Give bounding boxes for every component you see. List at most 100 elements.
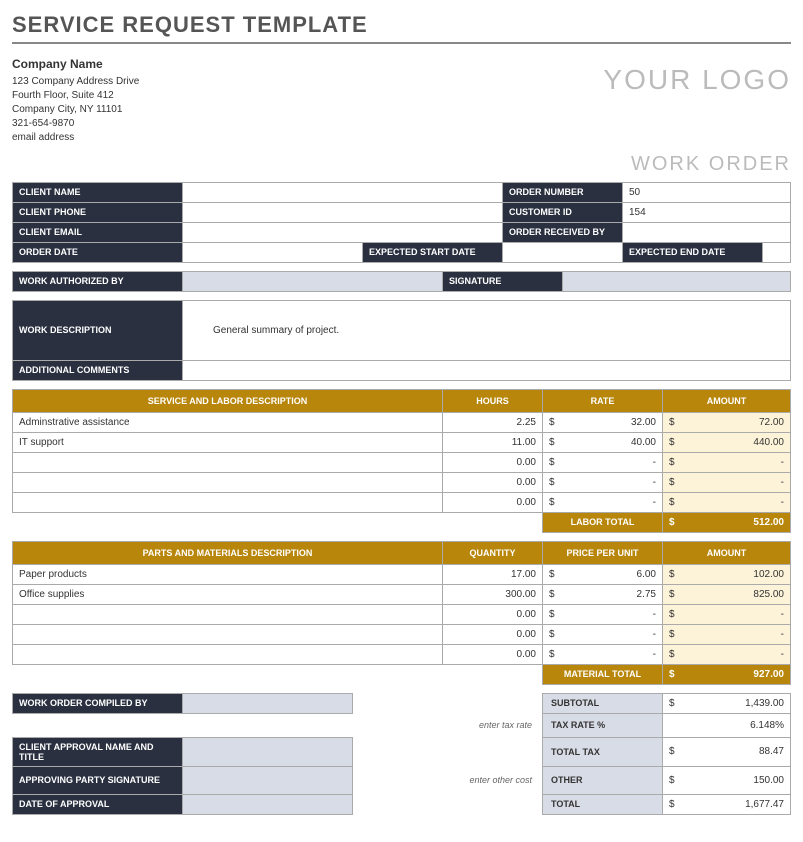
work-description-label: WORK DESCRIPTION [13, 300, 183, 360]
other-label: OTHER [543, 766, 663, 794]
work-description-value[interactable]: General summary of project. [183, 300, 791, 360]
service-rate[interactable]: $- [543, 472, 663, 492]
client-email-value[interactable] [183, 222, 503, 242]
service-labor-table: SERVICE AND LABOR DESCRIPTION HOURS RATE… [12, 389, 791, 533]
table-row: Office supplies 300.00 $2.75 $825.00 [13, 584, 791, 604]
client-phone-label: CLIENT PHONE [13, 202, 183, 222]
company-email: email address [12, 131, 139, 145]
compiled-by-label: WORK ORDER COMPILED BY [13, 693, 183, 713]
table-row: Adminstrative assistance 2.25 $32.00 $72… [13, 412, 791, 432]
logo-placeholder: YOUR LOGO [603, 56, 791, 145]
parts-desc[interactable] [13, 644, 443, 664]
client-approval-value[interactable] [183, 737, 353, 766]
material-total-label: MATERIAL TOTAL [543, 664, 663, 684]
parts-qty[interactable]: 300.00 [443, 584, 543, 604]
table-row: 0.00 $- $- [13, 604, 791, 624]
client-info-table: CLIENT NAME ORDER NUMBER 50 CLIENT PHONE… [12, 182, 791, 263]
service-rate[interactable]: $32.00 [543, 412, 663, 432]
date-of-approval-label: DATE OF APPROVAL [13, 794, 183, 814]
parts-amount: $- [663, 604, 791, 624]
parts-qty-header: QUANTITY [443, 541, 543, 564]
service-hours[interactable]: 0.00 [443, 452, 543, 472]
expected-start-label: EXPECTED START DATE [363, 242, 503, 262]
expected-end-label: EXPECTED END DATE [623, 242, 763, 262]
other-value[interactable]: $150.00 [663, 766, 791, 794]
company-addr1: 123 Company Address Drive [12, 75, 139, 89]
approving-party-sig-value[interactable] [183, 766, 353, 794]
company-addr2: Fourth Floor, Suite 412 [12, 89, 139, 103]
service-desc[interactable] [13, 452, 443, 472]
tax-rate-value[interactable]: 6.148% [663, 713, 791, 737]
customer-id-label: CUSTOMER ID [503, 202, 623, 222]
expected-end-value[interactable] [763, 242, 791, 262]
additional-comments-label: ADDITIONAL COMMENTS [13, 360, 183, 380]
labor-total-label: LABOR TOTAL [543, 512, 663, 532]
service-desc[interactable] [13, 472, 443, 492]
compiled-by-value[interactable] [183, 693, 353, 713]
client-approval-label: CLIENT APPROVAL NAME AND TITLE [13, 737, 183, 766]
service-rate[interactable]: $40.00 [543, 432, 663, 452]
parts-amount: $- [663, 624, 791, 644]
service-hours[interactable]: 2.25 [443, 412, 543, 432]
table-row: IT support 11.00 $40.00 $440.00 [13, 432, 791, 452]
service-rate[interactable]: $- [543, 452, 663, 472]
signature-label: SIGNATURE [443, 271, 563, 291]
work-authorized-by-value[interactable] [183, 271, 443, 291]
parts-qty[interactable]: 0.00 [443, 604, 543, 624]
order-date-value[interactable] [183, 242, 363, 262]
table-row: 0.00 $- $- [13, 452, 791, 472]
service-amount: $72.00 [663, 412, 791, 432]
parts-desc-header: PARTS AND MATERIALS DESCRIPTION [13, 541, 443, 564]
service-desc[interactable]: IT support [13, 432, 443, 452]
order-number-value[interactable]: 50 [623, 182, 791, 202]
subtotal-value: $1,439.00 [663, 693, 791, 713]
parts-desc[interactable] [13, 604, 443, 624]
order-number-label: ORDER NUMBER [503, 182, 623, 202]
company-name: Company Name [12, 56, 139, 73]
description-table: WORK DESCRIPTION General summary of proj… [12, 300, 791, 381]
additional-comments-value[interactable] [183, 360, 791, 380]
client-name-value[interactable] [183, 182, 503, 202]
parts-desc[interactable]: Paper products [13, 564, 443, 584]
client-name-label: CLIENT NAME [13, 182, 183, 202]
parts-price[interactable]: $- [543, 604, 663, 624]
table-row: 0.00 $- $- [13, 492, 791, 512]
labor-total-value: $512.00 [663, 512, 791, 532]
service-desc[interactable]: Adminstrative assistance [13, 412, 443, 432]
customer-id-value[interactable]: 154 [623, 202, 791, 222]
order-received-by-label: ORDER RECEIVED BY [503, 222, 623, 242]
service-rate[interactable]: $- [543, 492, 663, 512]
parts-materials-table: PARTS AND MATERIALS DESCRIPTION QUANTITY… [12, 541, 791, 685]
date-of-approval-value[interactable] [183, 794, 353, 814]
parts-price[interactable]: $- [543, 644, 663, 664]
service-amount: $- [663, 472, 791, 492]
parts-qty[interactable]: 0.00 [443, 624, 543, 644]
material-total-value: $927.00 [663, 664, 791, 684]
service-desc[interactable] [13, 492, 443, 512]
expected-start-value[interactable] [503, 242, 623, 262]
service-amount: $- [663, 452, 791, 472]
client-phone-value[interactable] [183, 202, 503, 222]
parts-amount: $825.00 [663, 584, 791, 604]
parts-price[interactable]: $6.00 [543, 564, 663, 584]
work-order-label: WORK ORDER [12, 153, 791, 176]
service-hours-header: HOURS [443, 389, 543, 412]
total-tax-label: TOTAL TAX [543, 737, 663, 766]
parts-qty[interactable]: 0.00 [443, 644, 543, 664]
enter-other-cost-note: enter other cost [353, 766, 543, 794]
parts-desc[interactable] [13, 624, 443, 644]
approving-party-sig-label: APPROVING PARTY SIGNATURE [13, 766, 183, 794]
bottom-section: WORK ORDER COMPILED BY SUBTOTAL $1,439.0… [12, 693, 791, 815]
service-amount: $- [663, 492, 791, 512]
parts-price[interactable]: $2.75 [543, 584, 663, 604]
order-received-by-value[interactable] [623, 222, 791, 242]
table-row: Paper products 17.00 $6.00 $102.00 [13, 564, 791, 584]
service-hours[interactable]: 0.00 [443, 492, 543, 512]
signature-value[interactable] [563, 271, 791, 291]
table-row: 0.00 $- $- [13, 644, 791, 664]
service-hours[interactable]: 0.00 [443, 472, 543, 492]
service-hours[interactable]: 11.00 [443, 432, 543, 452]
parts-desc[interactable]: Office supplies [13, 584, 443, 604]
parts-price[interactable]: $- [543, 624, 663, 644]
parts-qty[interactable]: 17.00 [443, 564, 543, 584]
